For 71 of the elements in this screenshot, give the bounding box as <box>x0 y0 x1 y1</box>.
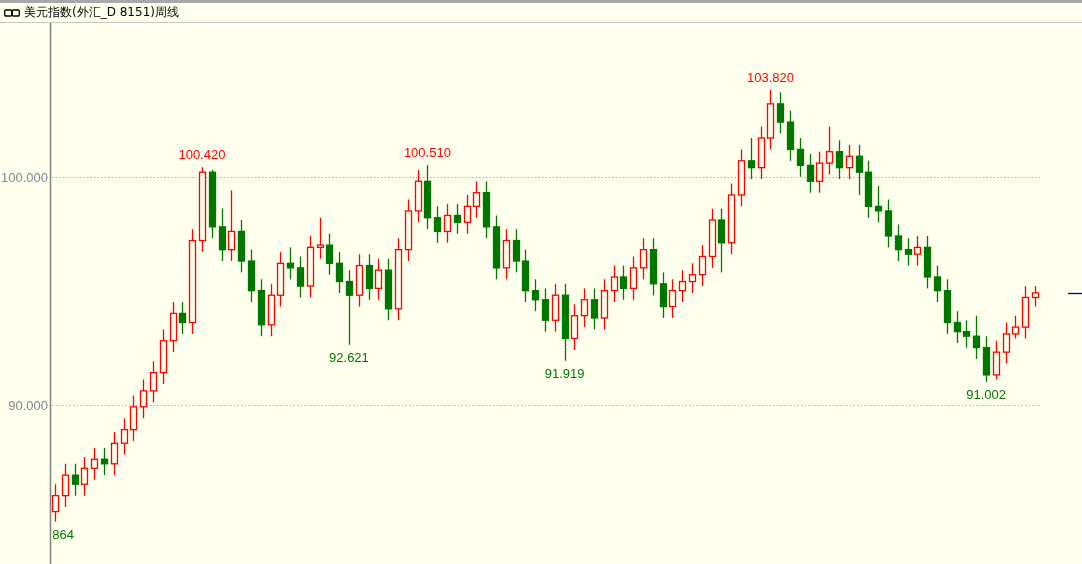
candlestick <box>139 378 148 419</box>
candlestick <box>463 194 472 235</box>
candlestick <box>492 214 501 280</box>
candlestick <box>786 110 795 162</box>
candlestick <box>580 287 589 328</box>
candlestick <box>404 198 413 262</box>
candlestick <box>71 463 80 497</box>
candlestick <box>806 153 815 194</box>
candlestick <box>355 253 364 308</box>
candlestick <box>267 283 276 337</box>
candlestick <box>766 89 775 151</box>
candlestick <box>365 253 374 301</box>
candlestick <box>414 169 423 223</box>
candlestick <box>815 151 824 194</box>
candlestick <box>835 139 844 180</box>
candlestick <box>649 237 658 296</box>
axis-label: 90.000 <box>8 398 48 413</box>
candlestick <box>757 126 766 180</box>
candlestick <box>717 208 726 274</box>
price-label: 100.420 <box>178 147 226 163</box>
candlestick <box>639 237 648 280</box>
candlestick <box>541 287 550 333</box>
candlestick <box>688 262 697 294</box>
candlestick <box>129 394 138 442</box>
candlestick <box>619 264 628 301</box>
candlestick <box>453 203 462 235</box>
candlestick <box>600 278 609 331</box>
price-label: 103.820 <box>746 69 794 85</box>
price-label: 864 <box>52 526 74 542</box>
candlestick <box>90 447 99 481</box>
candlestick <box>894 223 903 262</box>
candlestick <box>590 287 599 331</box>
candlestick <box>610 264 619 303</box>
candlestick <box>708 208 717 269</box>
price-label: 91.919 <box>544 365 585 381</box>
candlestick <box>237 219 246 274</box>
candlestick <box>904 237 913 267</box>
candlestick <box>737 148 746 207</box>
candlestick <box>247 249 256 303</box>
candlestick <box>698 244 707 287</box>
candlestick <box>208 169 217 239</box>
price-label: 100.510 <box>403 145 451 161</box>
link-icon <box>4 8 20 17</box>
candlestick <box>678 269 687 303</box>
candlestick <box>512 228 521 274</box>
candlestick <box>159 328 168 385</box>
candlestick <box>825 126 834 176</box>
candlestick <box>257 278 266 337</box>
price-label: 92.621 <box>329 349 369 365</box>
price-label: 91.002 <box>966 386 1006 402</box>
candlestick <box>443 203 452 244</box>
candlestick <box>776 91 785 135</box>
candlestick <box>629 255 638 301</box>
candlestick <box>796 137 805 178</box>
candlestick <box>659 271 668 319</box>
candlestick <box>120 417 129 456</box>
candlestick <box>884 198 893 248</box>
candlestick <box>80 456 89 497</box>
candlestick <box>982 335 991 383</box>
candlestick <box>502 228 511 280</box>
price-marker <box>1067 292 1082 295</box>
candlestick <box>747 137 756 180</box>
candlestick <box>992 340 1001 381</box>
candlestick <box>668 278 677 319</box>
window-title: 美元指数(外汇_D 8151)周线 <box>24 4 179 21</box>
candlestick <box>51 483 60 523</box>
candlestick <box>218 208 227 262</box>
candlestick <box>61 463 70 508</box>
candlestick <box>325 233 334 276</box>
candlestick <box>149 360 158 403</box>
axis-label: 100.000 <box>1 170 48 185</box>
